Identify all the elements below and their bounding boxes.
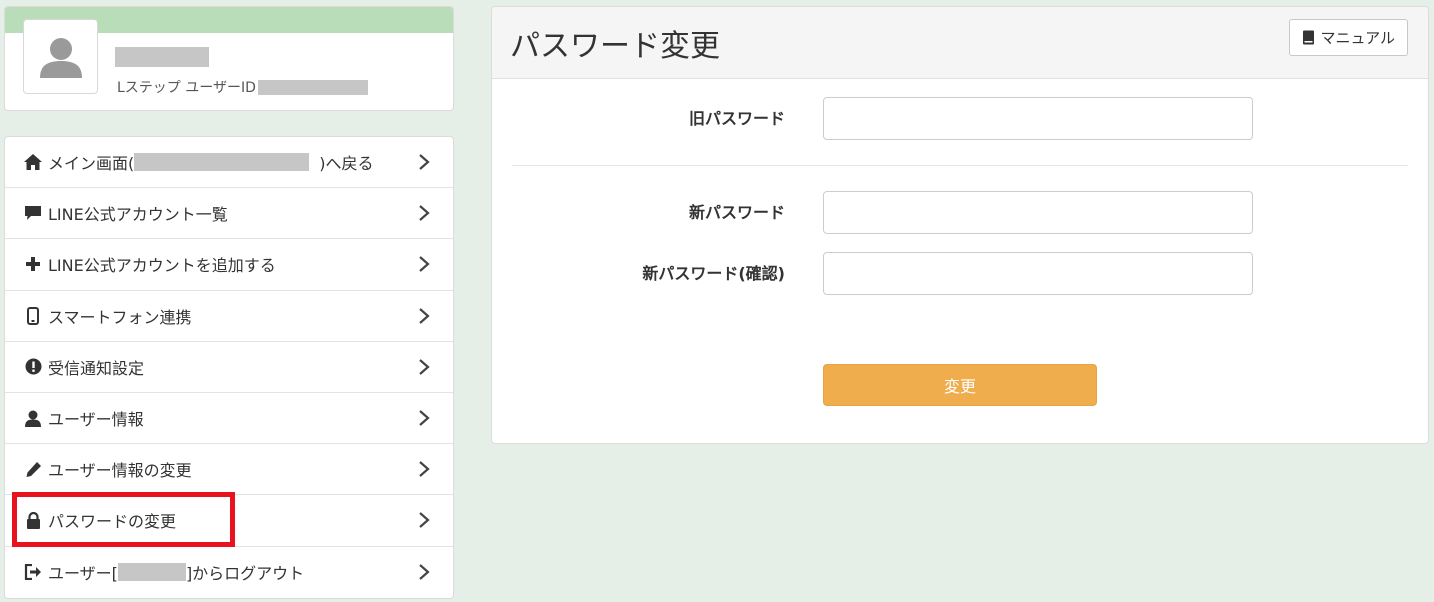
confirm-password-row: 新パスワード(確認) [492,252,1428,296]
old-password-field[interactable] [823,97,1253,140]
comment-icon [22,204,44,222]
page-title: パスワード変更 [510,29,720,64]
confirm-password-field[interactable] [823,252,1253,295]
sidebar-item-label: スマートフォン連携 [48,307,192,327]
sidebar-item-label: ユーザー[ [48,564,118,584]
confirm-password-label: 新パスワード(確認) [642,264,785,283]
sidebar-item-label: パスワードの変更 [48,512,177,532]
new-password-label: 新パスワード [688,203,785,222]
plus-icon [22,255,44,273]
chevron-right-icon [419,359,430,375]
chevron-right-icon [419,154,430,170]
home-icon [22,153,44,171]
sidebar-item-line-accounts[interactable]: LINE公式アカウント一覧 [5,188,453,240]
user-icon [22,409,44,427]
pencil-icon [22,460,44,478]
new-password-row: 新パスワード [492,191,1428,235]
user-silhouette-icon [39,37,82,78]
chevron-right-icon [419,564,430,580]
sidebar-item-add-line-account[interactable]: LINE公式アカウントを追加する [5,239,453,291]
sidebar-item-logout[interactable]: ユーザー[ ]からログアウト [5,547,453,598]
chevron-right-icon [419,512,430,529]
chevron-right-icon [419,307,430,324]
sidebar-item-change-password[interactable]: パスワードの変更 [5,492,453,548]
sidebar-item-label: )へ戻る [319,154,374,174]
old-password-row: 旧パスワード [492,97,1428,141]
chevron-right-icon [419,256,430,273]
sidebar-item-edit-user-info[interactable]: ユーザー情報の変更 [5,444,453,496]
divider [512,165,1408,166]
book-icon [1303,30,1315,45]
user-id-row: Lステップ ユーザーID [117,77,368,97]
logout-icon [22,563,44,581]
exclamation-circle-icon [22,358,44,376]
sidebar-item-label: ユーザー情報 [48,410,144,430]
account-name-redacted [134,153,310,172]
sidebar-menu: メイン画面( )へ戻る LINE公式アカウント一覧 LINE公式アカウントを追加… [4,136,454,599]
chevron-right-icon [419,205,430,222]
change-password-button[interactable]: 変更 [823,364,1097,406]
panel-header: パスワード変更 マニュアル [492,7,1428,79]
sidebar-item-label: メイン画面( [48,154,135,174]
sidebar-item-notification-settings[interactable]: 受信通知設定 [5,342,453,393]
old-password-label: 旧パスワード [688,109,785,128]
chevron-right-icon [419,461,430,478]
sidebar-item-main-screen[interactable]: メイン画面( )へ戻る [5,137,453,189]
password-change-panel: パスワード変更 マニュアル 旧パスワード 新パスワード 新パスワード(確認) 変… [491,6,1429,444]
sidebar-item-label: ユーザー情報の変更 [48,461,192,481]
new-password-field[interactable] [823,191,1253,234]
user-id-label: Lステップ ユーザーID [117,80,256,96]
avatar [23,19,98,94]
sidebar-item-label: LINE公式アカウントを追加する [48,256,276,276]
sidebar-item-smartphone-link[interactable]: スマートフォン連携 [5,291,453,342]
sidebar-item-label: 受信通知設定 [48,358,145,378]
phone-icon [22,306,44,325]
sidebar-item-label: ]からログアウト [185,564,305,584]
manual-button-label: マニュアル [1320,29,1395,47]
chevron-right-icon [419,410,430,426]
user-name-redacted [115,47,209,67]
sidebar-item-user-info[interactable]: ユーザー情報 [5,393,453,445]
profile-card: Lステップ ユーザーID [4,6,454,111]
manual-button[interactable]: マニュアル [1289,19,1408,56]
user-name-redacted [117,563,186,582]
sidebar-item-label: LINE公式アカウント一覧 [48,205,228,225]
lock-icon [22,511,44,529]
user-id-redacted [257,79,368,95]
